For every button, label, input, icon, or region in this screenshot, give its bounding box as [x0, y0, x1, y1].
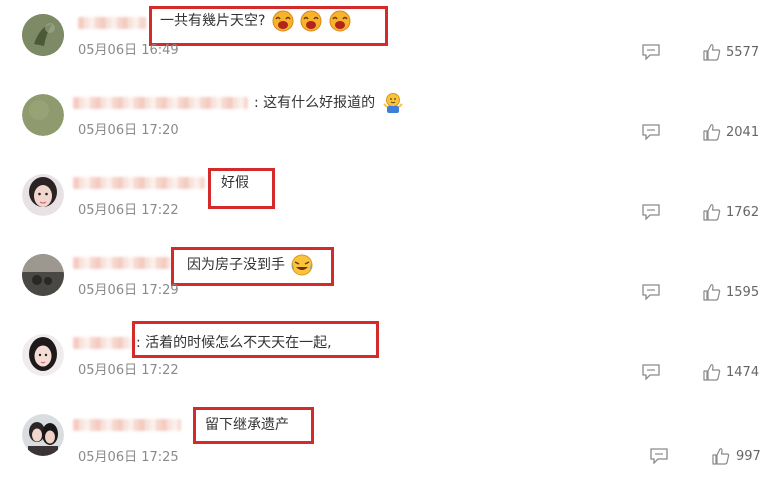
username[interactable] — [73, 177, 205, 189]
name-separator: : — [254, 95, 259, 111]
comment-icon[interactable] — [642, 44, 660, 60]
avatar[interactable] — [22, 334, 64, 376]
like-count: 1762 — [726, 205, 760, 220]
highlight-box — [193, 407, 314, 444]
comment-item: 因为房子没到手 05月06日 17:29 1595 — [0, 240, 782, 320]
comment-icon[interactable] — [642, 124, 660, 140]
avatar[interactable] — [22, 94, 64, 136]
comment-item: : 活着的时候怎么不天天在一起, 05月06日 17:22 1474 — [0, 320, 782, 400]
timestamp: 05月06日 16:49 — [78, 43, 179, 58]
username[interactable] — [73, 337, 135, 349]
avatar[interactable] — [22, 14, 64, 56]
thumbs-up-icon[interactable] — [703, 283, 721, 301]
like-count: 1474 — [726, 365, 760, 380]
thumbs-up-icon[interactable] — [712, 447, 730, 465]
username[interactable] — [78, 17, 146, 29]
timestamp: 05月06日 17:20 — [78, 123, 179, 138]
highlight-box — [132, 321, 379, 358]
comment-item: 好假 05月06日 17:22 1762 — [0, 160, 782, 240]
username[interactable] — [73, 257, 171, 269]
username[interactable] — [73, 419, 181, 431]
comment-content: 这有什么好报道的 — [263, 95, 376, 111]
shrug-emoji — [382, 93, 403, 113]
thumbs-up-icon[interactable] — [703, 123, 721, 141]
highlight-box — [149, 6, 388, 46]
timestamp: 05月06日 17:22 — [78, 363, 179, 378]
avatar[interactable] — [22, 174, 64, 216]
like-count: 2041 — [726, 125, 760, 140]
like-count: 5577 — [726, 45, 760, 60]
timestamp: 05月06日 17:22 — [78, 203, 179, 218]
comment-icon[interactable] — [642, 284, 660, 300]
comment-icon[interactable] — [650, 448, 668, 464]
comment-icon[interactable] — [642, 364, 660, 380]
username[interactable] — [73, 97, 248, 109]
like-count: 997 — [736, 449, 761, 464]
thumbs-up-icon[interactable] — [703, 363, 721, 381]
avatar[interactable] — [22, 414, 64, 456]
highlight-box — [208, 168, 275, 209]
highlight-box — [171, 247, 334, 286]
thumbs-up-icon[interactable] — [703, 203, 721, 221]
comment-icon[interactable] — [642, 204, 660, 220]
like-count: 1595 — [726, 285, 760, 300]
timestamp: 05月06日 17:25 — [78, 450, 179, 465]
comment-feed: 一共有幾片天空? 05月06日 16:49 5577 : 这有什么好报道的 05… — [0, 0, 782, 480]
comment-item: 一共有幾片天空? 05月06日 16:49 5577 — [0, 0, 782, 80]
timestamp: 05月06日 17:29 — [78, 283, 179, 298]
thumbs-up-icon[interactable] — [703, 43, 721, 61]
avatar[interactable] — [22, 254, 64, 296]
comment-item: 留下继承遗产 05月06日 17:25 997 — [0, 400, 782, 480]
comment-text: : 这有什么好报道的 — [254, 92, 404, 114]
comment-item: : 这有什么好报道的 05月06日 17:20 2041 — [0, 80, 782, 160]
